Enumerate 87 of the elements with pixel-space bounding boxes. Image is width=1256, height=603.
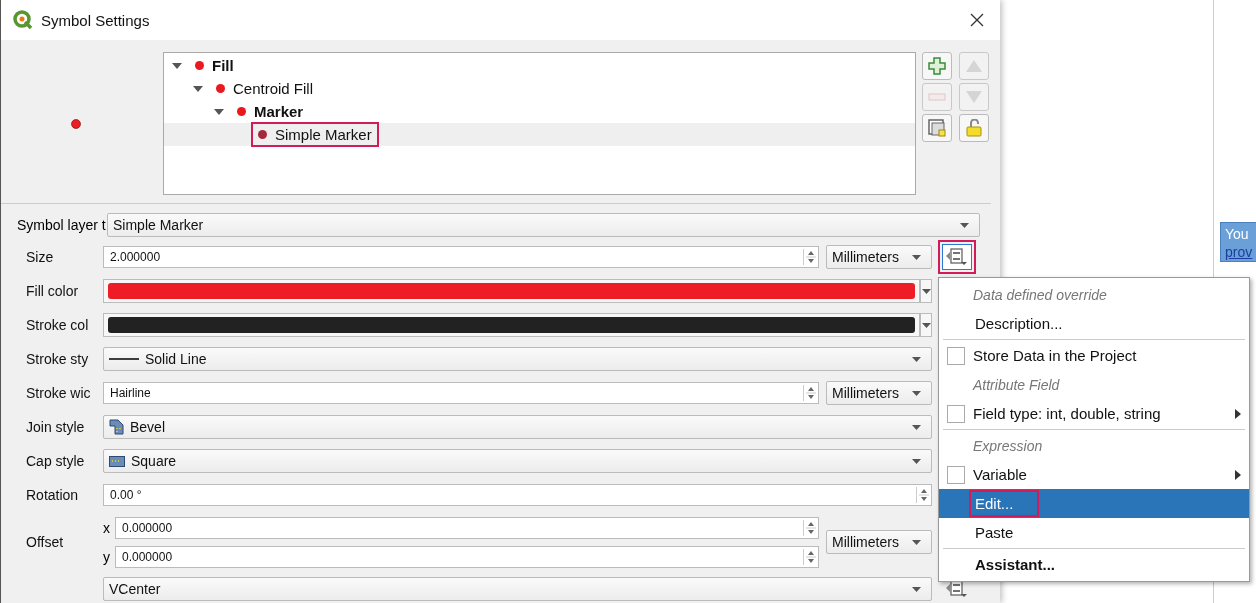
tree-row[interactable]: Fill <box>164 54 915 77</box>
layer-label: Fill <box>212 57 234 74</box>
color-menu-button[interactable] <box>920 313 932 337</box>
menu-section-header: Data defined override <box>973 286 1107 303</box>
dropdown[interactable]: VCenter <box>103 577 932 601</box>
menu-item[interactable]: Edit... <box>969 490 1040 517</box>
dropdown-arrow-icon <box>921 288 931 294</box>
unlock-icon <box>965 119 983 137</box>
field-label: Stroke sty <box>26 351 90 367</box>
menu-item[interactable]: Paste <box>969 519 1040 546</box>
dropdown-arrow-icon <box>912 586 921 592</box>
tree-row[interactable]: Centroid Fill <box>164 77 915 100</box>
spin-arrows-icon[interactable] <box>803 385 816 401</box>
field-label: Offset <box>26 534 65 550</box>
spin-arrows-icon[interactable] <box>803 249 816 265</box>
dropdown[interactable]: Square <box>103 449 932 473</box>
color-button[interactable] <box>103 279 920 303</box>
data-defined-icon <box>945 247 969 267</box>
menu-item[interactable]: Variable <box>939 460 1249 489</box>
down-arrow-icon <box>965 90 983 104</box>
color-button[interactable] <box>103 313 920 337</box>
field-label: Stroke wic <box>26 385 92 401</box>
spin-arrows-icon[interactable] <box>916 487 929 503</box>
dropdown-arrow-icon <box>912 390 921 396</box>
bevel-join-icon <box>109 419 124 435</box>
menu-section-header: Attribute Field <box>973 376 1060 393</box>
tree-row[interactable]: Marker <box>164 100 915 123</box>
axis-label: y <box>103 548 111 565</box>
close-icon[interactable] <box>970 13 984 27</box>
dropdown-arrow-icon <box>912 539 921 545</box>
symbol-preview-dot <box>71 118 81 129</box>
layer-tool-button[interactable] <box>922 52 952 80</box>
up-arrow-icon <box>965 59 983 73</box>
collapse-arrow-icon[interactable] <box>214 107 224 116</box>
field-label: Join style <box>26 419 86 435</box>
duplicate-icon <box>928 119 946 137</box>
line-icon <box>109 357 139 361</box>
menu-item[interactable]: Description... <box>969 310 1089 337</box>
notice-text: You <box>1225 225 1250 243</box>
field-label: Fill color <box>26 283 80 299</box>
menu-item[interactable]: Field type: int, double, string <box>939 399 1249 428</box>
tree-row[interactable]: Simple Marker <box>164 123 915 146</box>
offset-y-field[interactable]: 0.000000 <box>115 545 819 568</box>
field-label: Size <box>26 249 55 265</box>
unit-dropdown[interactable]: Millimeters <box>826 381 932 405</box>
menu-item[interactable]: Store Data in the Project <box>939 341 1249 370</box>
menu-section-header: Expression <box>973 437 1043 454</box>
dropdown-arrow-icon <box>921 322 931 328</box>
checkbox[interactable] <box>947 404 965 423</box>
spin-field[interactable]: 2.000000 <box>103 246 819 268</box>
layer-label: Marker <box>254 103 304 120</box>
axis-label: x <box>103 519 111 536</box>
field-label: Rotation <box>26 487 80 503</box>
field-label: Cap style <box>26 453 86 469</box>
checkbox[interactable] <box>947 465 965 484</box>
square-cap-icon <box>109 455 125 467</box>
dropdown-arrow-icon <box>912 356 921 362</box>
unit-dropdown[interactable]: Millimeters <box>826 245 932 269</box>
plus-icon <box>928 57 946 75</box>
window-title: Symbol Settings <box>41 11 151 29</box>
collapse-arrow-icon[interactable] <box>193 84 203 93</box>
spin-field[interactable]: Hairline <box>103 382 819 404</box>
spin-arrows-icon[interactable] <box>803 548 816 565</box>
layer-type-dropdown[interactable]: Simple Marker <box>107 213 980 237</box>
checkbox[interactable] <box>947 346 965 365</box>
layer-tool-button[interactable] <box>959 114 989 142</box>
unit-dropdown[interactable]: Millimeters <box>826 530 932 554</box>
menu-item[interactable]: Assistant... <box>969 551 1082 578</box>
offset-x-field[interactable]: 0.000000 <box>115 516 819 539</box>
dropdown[interactable]: Solid Line <box>103 347 932 371</box>
field-label: Stroke col <box>26 317 90 333</box>
data-defined-override-button[interactable] <box>942 244 972 270</box>
dropdown-arrow-icon <box>912 254 921 260</box>
layer-label: Centroid Fill <box>233 80 314 97</box>
collapse-arrow-icon[interactable] <box>172 61 182 70</box>
minus-icon <box>928 93 946 101</box>
layer-label: Simple Marker <box>275 126 372 143</box>
field-label: Symbol layer t <box>17 217 107 233</box>
dropdown-arrow-icon <box>960 222 969 228</box>
spin-arrows-icon[interactable] <box>803 519 816 536</box>
app-logo-icon <box>13 10 33 30</box>
dropdown-arrow-icon <box>912 458 921 464</box>
dropdown-arrow-icon <box>912 424 921 430</box>
layer-tool-button[interactable] <box>922 114 952 142</box>
dropdown[interactable]: Bevel <box>103 415 932 439</box>
color-menu-button[interactable] <box>920 279 932 303</box>
spin-field[interactable]: 0.00 ° <box>103 484 932 506</box>
